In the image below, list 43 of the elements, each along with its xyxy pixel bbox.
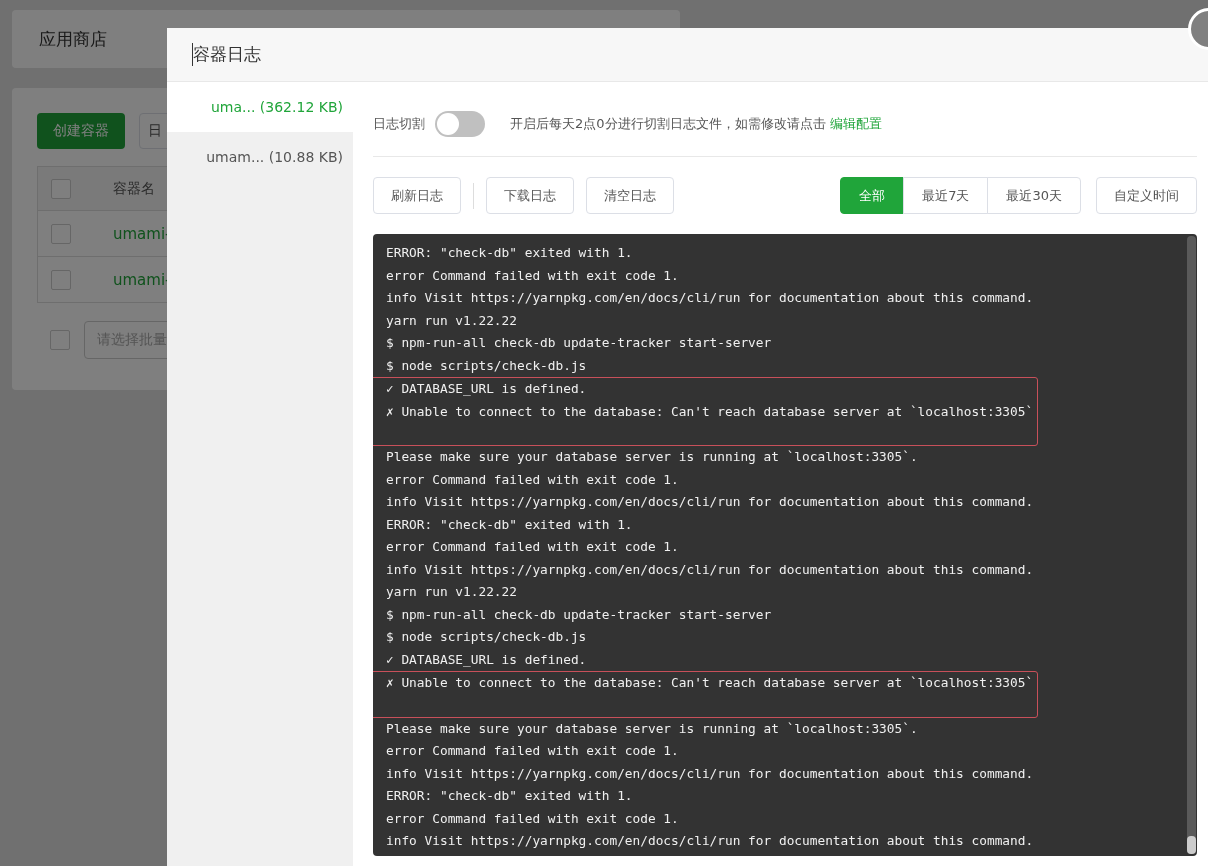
- log-file-item[interactable]: umam... (10.88 KB): [167, 132, 353, 182]
- log-line: $ node scripts/check-db.js: [386, 356, 588, 375]
- log-line: info Visit https://yarnpkg.com/en/docs/cli/run for documentation about this command.: [386, 832, 1035, 850]
- rotation-label: 日志切割: [373, 115, 425, 133]
- log-line: ✗ Unable to connect to the database: Can't reach database server at `localhost:3305`: [386, 402, 1034, 421]
- log-line: ✓ DATABASE_URL is defined.: [386, 650, 588, 669]
- log-line: yarn run v1.22.22: [386, 311, 518, 330]
- log-line: ERROR: "check-db" exited with 1.: [386, 244, 634, 262]
- log-line: $ node scripts/check-db.js: [386, 628, 588, 646]
- log-line: ✓ DATABASE_URL is defined.: [386, 380, 588, 398]
- page-title: 应用商店: [39, 27, 107, 51]
- log-line: error Command failed with exit code 1.: [386, 266, 680, 285]
- checkbox[interactable]: [50, 330, 70, 350]
- dialog-title: 容器日志: [192, 43, 261, 66]
- range-tab[interactable]: 最近30天: [987, 177, 1081, 214]
- log-line: $ npm-run-all check-db update-tracker start-server: [386, 605, 773, 624]
- log-line: error Command failed with exit code 1.: [386, 538, 680, 556]
- log-line: info Visit https://yarnpkg.com/en/docs/cli/run for documentation about this command.: [386, 493, 1035, 511]
- range-tab[interactable]: 最近7天: [903, 177, 989, 214]
- checkbox[interactable]: [51, 178, 71, 199]
- log-line: ERROR: "check-db" exited with 1.: [386, 515, 634, 534]
- log-line: info Visit https://yarnpkg.com/en/docs/cli/run for documentation about this command.: [386, 560, 1035, 579]
- log-line: info Visit https://yarnpkg.com/en/docs/cli/run for documentation about this command.: [386, 764, 1035, 783]
- scrollbar[interactable]: [1187, 236, 1196, 854]
- log-line: error Command failed with exit code 1.: [386, 809, 680, 828]
- log-line: ERROR: "check-db" exited with 1.: [386, 787, 634, 805]
- log-action-button[interactable]: 清空日志: [586, 177, 674, 214]
- log-line: Please make sure your database server is running at `localhost:3305`.: [386, 448, 919, 466]
- log-line: $ npm-run-all check-db update-tracker start-server: [386, 334, 773, 352]
- custom-time-button[interactable]: 自定义时间: [1096, 177, 1197, 214]
- log-line: info Visit https://yarnpkg.com/en/docs/cli/run for documentation about this command.: [386, 289, 1035, 307]
- rotation-hint: 开启后每天2点0分进行切割日志文件，如需修改请点击: [510, 115, 826, 133]
- column-header: 容器名: [113, 179, 155, 198]
- log-line: yarn run v1.22.22: [386, 583, 518, 601]
- log-action-button[interactable]: 下载日志: [486, 177, 574, 214]
- log-line: Please make sure your database server is running at `localhost:3305`.: [386, 719, 919, 738]
- log-line: ✗ Unable to connect to the database: Can't reach database server at `localhost:3305`: [386, 674, 1034, 692]
- checkbox[interactable]: [51, 269, 71, 290]
- rotation-switch[interactable]: [435, 111, 485, 137]
- log-action-button[interactable]: 刷新日志: [373, 177, 461, 214]
- log-line: error Command failed with exit code 1.: [386, 742, 680, 760]
- log-line: error Command failed with exit code 1.: [386, 470, 680, 489]
- checkbox[interactable]: [51, 223, 71, 244]
